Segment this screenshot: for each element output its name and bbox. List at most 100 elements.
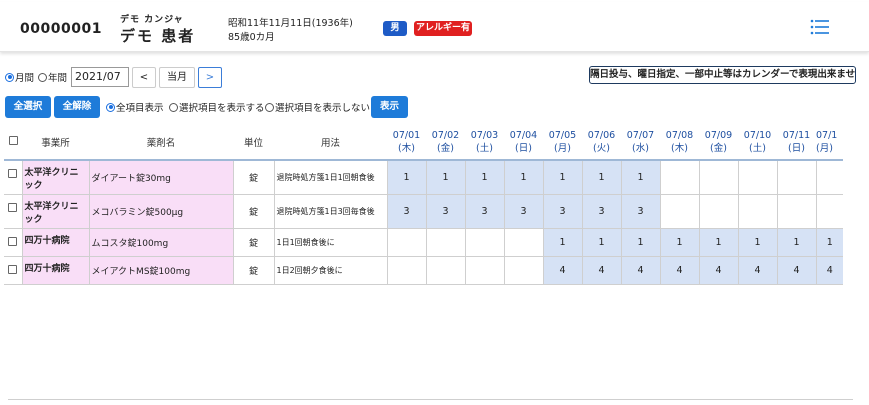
row-checkbox[interactable] [4, 159, 23, 195]
header-usage: 用法 [274, 124, 387, 161]
dose-cell[interactable]: 3 [503, 193, 544, 229]
dose-cell[interactable]: 1 [503, 159, 544, 195]
dose-cell[interactable] [464, 227, 505, 257]
facility-cell: 四万十病院 [21, 255, 90, 285]
dose-cell[interactable] [659, 159, 700, 195]
dose-cell[interactable] [776, 159, 817, 195]
dose-cell[interactable] [776, 193, 817, 229]
header-date: 07/01 (木) [387, 124, 426, 161]
dose-cell[interactable]: 4 [620, 255, 661, 285]
dose-cell[interactable] [503, 227, 544, 257]
select-all-button[interactable]: 全選択 [5, 96, 51, 118]
dose-cell[interactable] [425, 227, 466, 257]
dose-cell[interactable] [698, 159, 739, 195]
checkbox-icon [8, 264, 18, 274]
header-date: 07/10 (土) [738, 124, 777, 161]
display-button[interactable]: 表示 [371, 96, 408, 118]
current-month-button[interactable]: 当月 [159, 67, 195, 88]
dose-cell[interactable]: 4 [542, 255, 583, 285]
monthly-radio[interactable]: 月間 [5, 66, 34, 88]
dose-cell[interactable] [464, 255, 505, 285]
dose-cell[interactable]: 1 [425, 159, 466, 195]
dose-cell[interactable] [503, 255, 544, 285]
deselect-all-button[interactable]: 全解除 [54, 96, 100, 118]
row-checkbox[interactable] [4, 227, 23, 257]
dose-cell[interactable]: 1 [776, 227, 817, 257]
menu-icon[interactable] [810, 19, 830, 35]
prev-month-button[interactable]: < [132, 67, 156, 88]
table-row: 太平洋クリニック ダイアート錠30mg 錠退院時処方箋1日1回朝食後 1 1 1 1 1 1 1 [4, 159, 843, 195]
dose-cell[interactable]: 4 [659, 255, 700, 285]
dose-cell[interactable]: 3 [542, 193, 583, 229]
patient-id: 00000001 [20, 21, 102, 37]
dose-cell[interactable]: 3 [386, 193, 427, 229]
drug-cell: ダイアート錠30mg [88, 159, 234, 195]
next-month-button[interactable]: > [198, 67, 222, 88]
yearly-radio-label[interactable]: 年間 [38, 70, 67, 84]
dose-cell[interactable] [815, 159, 843, 195]
dose-cell[interactable] [425, 255, 466, 285]
drug-cell: ムコスタ錠100mg [88, 227, 234, 257]
dose-cell[interactable]: 4 [776, 255, 817, 285]
dose-cell[interactable] [386, 227, 427, 257]
dose-cell[interactable]: 3 [620, 193, 661, 229]
dose-cell[interactable]: 1 [737, 227, 778, 257]
show-selected-radio-label[interactable]: 選択項目を表示する [169, 100, 265, 114]
checkbox-icon [8, 169, 18, 178]
header-date: 07/05 (月) [543, 124, 582, 161]
checkbox-icon [8, 135, 18, 145]
show-all-radio-label[interactable]: 全項目表示 [106, 100, 164, 114]
checkbox-icon [8, 236, 18, 246]
dose-cell[interactable] [698, 193, 739, 229]
dose-cell[interactable]: 1 [542, 227, 583, 257]
dose-cell[interactable]: 1 [620, 227, 661, 257]
dose-cell[interactable]: 1 [620, 159, 661, 195]
header-facility: 事業所 [22, 124, 89, 161]
dose-cell[interactable]: 1 [815, 227, 843, 257]
row-checkbox[interactable] [4, 193, 23, 229]
yearly-radio[interactable]: 年間 [38, 66, 67, 88]
dose-cell[interactable]: 1 [659, 227, 700, 257]
dose-cell[interactable]: 1 [581, 159, 622, 195]
dose-cell[interactable] [386, 255, 427, 285]
dose-cell[interactable]: 4 [698, 255, 739, 285]
show-all-radio[interactable]: 全項目表示 [106, 96, 164, 118]
header-date: 07/09 (金) [699, 124, 738, 161]
patient-age: 85歳0カ月 [228, 32, 275, 43]
facility-cell: 太平洋クリニック [21, 159, 90, 195]
dose-cell[interactable]: 1 [542, 159, 583, 195]
header-drug: 薬剤名 [89, 124, 233, 161]
dose-cell[interactable]: 3 [425, 193, 466, 229]
dose-cell[interactable]: 4 [737, 255, 778, 285]
radio-unchecked-icon [38, 72, 47, 82]
dose-cell[interactable]: 1 [464, 159, 505, 195]
facility-cell: 四万十病院 [21, 227, 90, 257]
dose-cell[interactable] [737, 159, 778, 195]
dose-cell[interactable]: 1 [698, 227, 739, 257]
usage-cell: 退院時処方箋1日3回毎食後 [273, 193, 388, 229]
header-checkbox[interactable] [4, 124, 22, 161]
month-input[interactable]: 2021/07 [71, 67, 129, 87]
header-date: 07/02 (金) [426, 124, 465, 161]
hide-selected-radio[interactable]: 選択項目を表示しない [265, 96, 370, 118]
hide-selected-radio-label[interactable]: 選択項目を表示しない [265, 100, 370, 114]
allergy-badge: アレルギー有 [414, 21, 472, 36]
dose-cell[interactable] [737, 193, 778, 229]
unit-cell: 錠 [232, 193, 275, 229]
patient-name: デモ 患者 [120, 27, 196, 45]
dose-cell[interactable]: 3 [464, 193, 505, 229]
show-selected-radio[interactable]: 選択項目を表示する [169, 96, 265, 118]
unit-cell: 錠 [232, 255, 275, 285]
dose-cell[interactable]: 1 [581, 227, 622, 257]
header-date: 07/04 (日) [504, 124, 543, 161]
dose-cell[interactable]: 4 [815, 255, 843, 285]
dose-cell[interactable]: 3 [581, 193, 622, 229]
monthly-radio-label[interactable]: 月間 [5, 70, 34, 84]
patient-birthdate: 昭和11年11月11日(1936年) [228, 18, 353, 29]
dose-cell[interactable]: 4 [581, 255, 622, 285]
row-checkbox[interactable] [4, 255, 23, 285]
dose-cell[interactable] [815, 193, 843, 229]
header-date: 07/08 (木) [660, 124, 699, 161]
dose-cell[interactable] [659, 193, 700, 229]
dose-cell[interactable]: 1 [386, 159, 427, 195]
